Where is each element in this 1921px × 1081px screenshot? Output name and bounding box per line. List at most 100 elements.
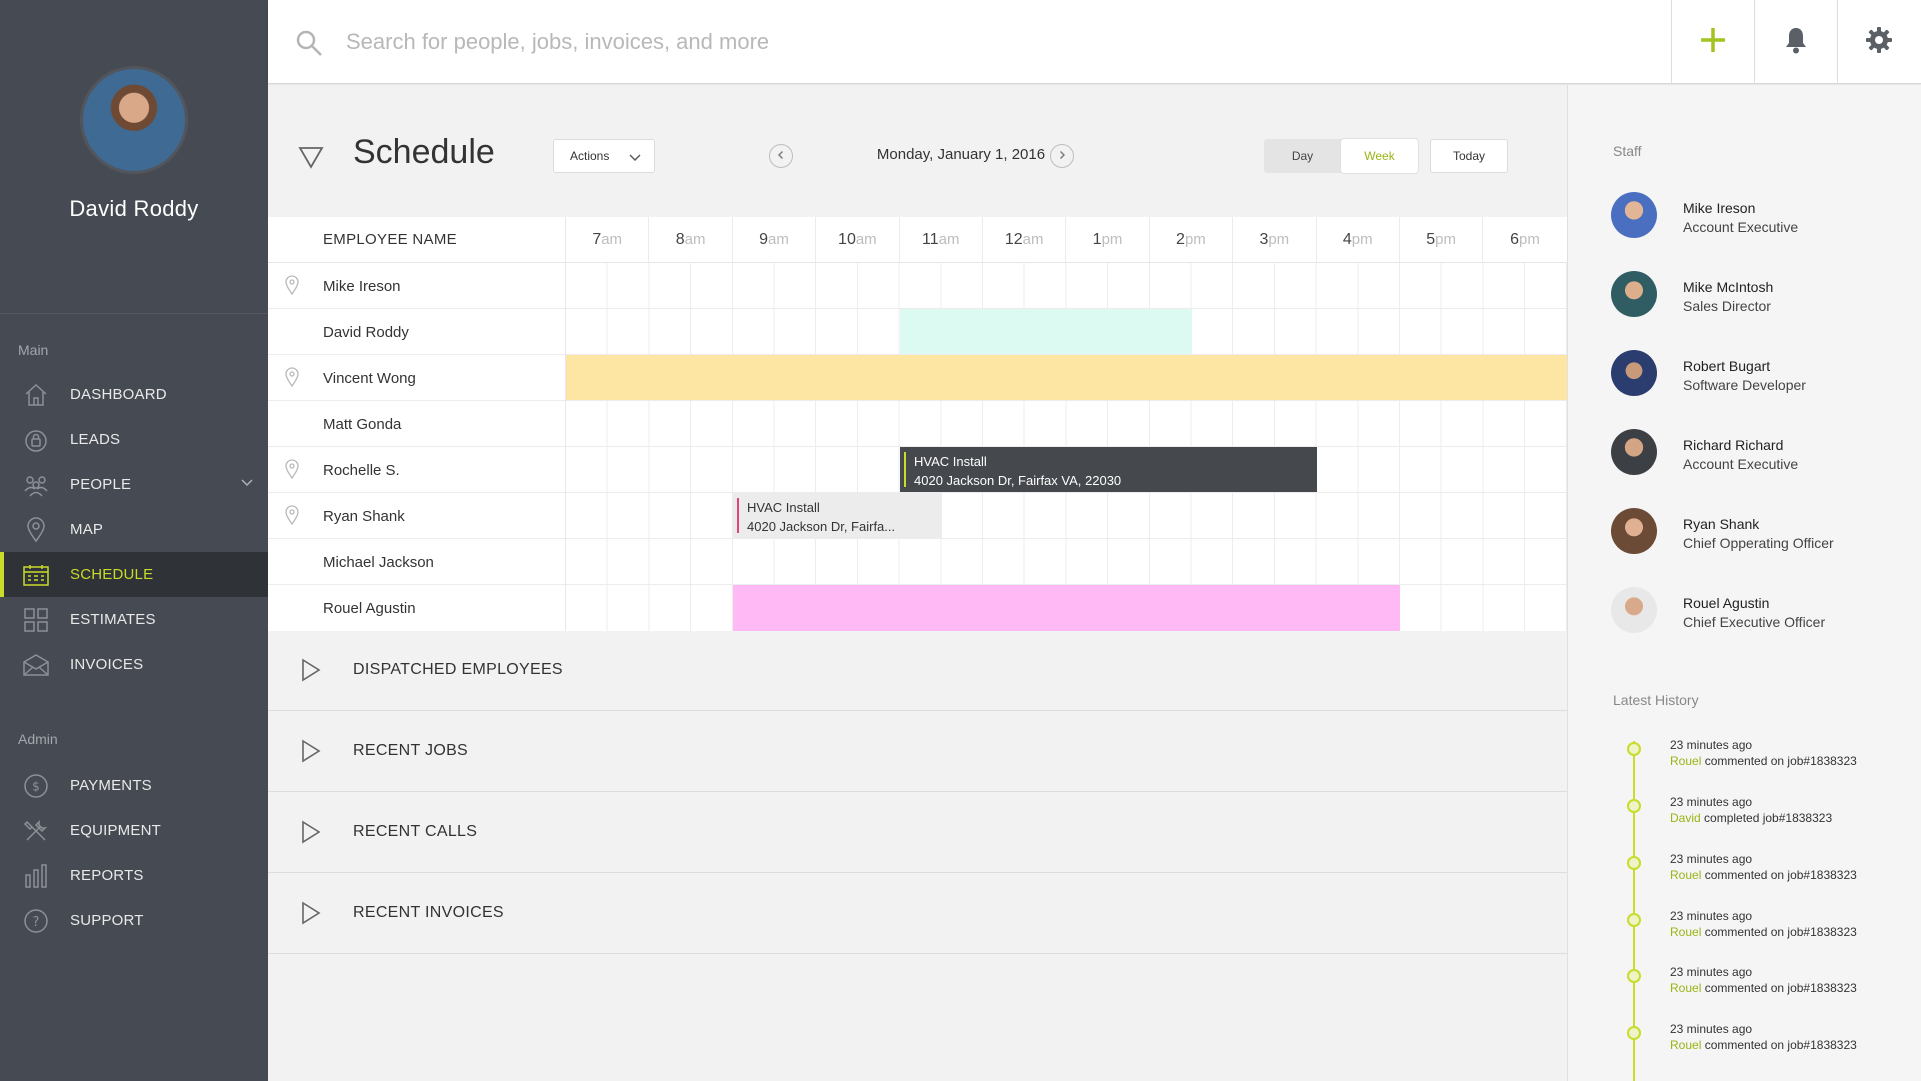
staff-item[interactable]: Robert Bugart Software Developer	[1611, 350, 1911, 400]
staff-item[interactable]: Mike Ireson Account Executive	[1611, 192, 1911, 242]
staff-role: Chief Executive Officer	[1683, 614, 1826, 630]
schedule-block[interactable]	[566, 355, 1567, 400]
view-week-button[interactable]: Week	[1341, 139, 1418, 173]
staff-item[interactable]: Richard Richard Account Executive	[1611, 429, 1911, 479]
time-slots[interactable]	[566, 585, 1567, 631]
filter-icon[interactable]	[298, 145, 324, 174]
job-event[interactable]: HVAC Install 4020 Jackson Dr, Fairfax VA…	[900, 447, 1317, 492]
dollar-icon: $	[22, 772, 50, 800]
collapsible-sections: DISPATCHED EMPLOYEES RECENT JOBS RECENT …	[268, 630, 1567, 954]
event-title: HVAC Install	[747, 500, 820, 515]
staff-item[interactable]: Ryan Shank Chief Opperating Officer	[1611, 508, 1911, 558]
table-row: Vincent Wong	[268, 355, 1567, 401]
time-slots[interactable]	[566, 539, 1567, 584]
history-text: Rouel commented on job#1838323	[1670, 754, 1857, 768]
history-user-link[interactable]: David	[1670, 811, 1701, 825]
next-date-button[interactable]	[1050, 144, 1074, 168]
section-recent-jobs[interactable]: RECENT JOBS	[268, 711, 1567, 792]
envelope-icon	[22, 651, 50, 679]
staff-role: Account Executive	[1683, 219, 1799, 235]
sidebar-item-leads[interactable]: LEADS	[0, 417, 268, 462]
view-day-button[interactable]: Day	[1264, 139, 1341, 173]
page-title: Schedule	[353, 133, 495, 171]
schedule-block[interactable]	[900, 309, 1192, 354]
table-row: Rouel Agustin	[268, 585, 1567, 631]
history-time: 23 minutes ago	[1670, 852, 1753, 866]
hour-label: 1pm	[1066, 217, 1150, 262]
map-pin-icon[interactable]	[284, 275, 300, 300]
hour-label: 9am	[733, 217, 817, 262]
time-slots[interactable]	[566, 355, 1567, 400]
event-address: 4020 Jackson Dr, Fairfa...	[747, 519, 896, 534]
avatar	[1611, 508, 1657, 554]
chevron-down-icon	[628, 150, 642, 167]
map-pin-icon[interactable]	[284, 367, 300, 392]
time-slots[interactable]: HVAC Install 4020 Jackson Dr, Fairfax VA…	[566, 447, 1567, 492]
sidebar-item-support[interactable]: ? SUPPORT	[0, 898, 268, 943]
employee-name[interactable]: Rouel Agustin	[268, 600, 416, 617]
map-pin-icon[interactable]	[284, 505, 300, 530]
staff-item[interactable]: Rouel Agustin Chief Executive Officer	[1611, 587, 1911, 637]
history-user-link[interactable]: Rouel	[1670, 868, 1701, 882]
history-item[interactable]: 23 minutes ago David completed job#18383…	[1623, 795, 1913, 835]
time-slots[interactable]	[566, 309, 1567, 354]
sidebar-item-people[interactable]: PEOPLE	[0, 462, 268, 507]
section-dispatched-employees[interactable]: DISPATCHED EMPLOYEES	[268, 630, 1567, 711]
employee-name[interactable]: Michael Jackson	[268, 554, 434, 571]
sidebar-item-equipment[interactable]: EQUIPMENT	[0, 808, 268, 853]
history-item[interactable]: 23 minutes ago Rouel commented on job#18…	[1623, 1022, 1913, 1062]
sidebar-item-estimates[interactable]: ESTIMATES	[0, 597, 268, 642]
history-label: Latest History	[1613, 692, 1699, 708]
job-event[interactable]: HVAC Install 4020 Jackson Dr, Fairfa...	[733, 493, 942, 538]
today-button[interactable]: Today	[1430, 139, 1508, 173]
gear-icon	[1865, 26, 1893, 59]
history-user-link[interactable]: Rouel	[1670, 925, 1701, 939]
expand-arrow-icon	[300, 658, 322, 687]
staff-item[interactable]: Mike McIntosh Sales Director	[1611, 271, 1911, 321]
table-row: David Roddy	[268, 309, 1567, 355]
history-user-link[interactable]: Rouel	[1670, 1038, 1701, 1052]
employee-name[interactable]: Matt Gonda	[268, 416, 401, 433]
chevron-down-icon[interactable]	[240, 476, 254, 494]
history-item[interactable]: 23 minutes ago Rouel commented on job#18…	[1623, 965, 1913, 1005]
search-input[interactable]	[346, 22, 1346, 62]
event-address: 4020 Jackson Dr, Fairfax VA, 22030	[914, 473, 1122, 488]
sidebar-item-payments[interactable]: $ PAYMENTS	[0, 763, 268, 808]
history-item[interactable]: 23 minutes ago Rouel commented on job#18…	[1623, 909, 1913, 949]
time-slots[interactable]	[566, 263, 1567, 308]
timeline-dot-icon	[1627, 913, 1641, 927]
time-slots[interactable]	[566, 401, 1567, 446]
hour-label: 11am	[900, 217, 983, 262]
previous-date-button[interactable]	[769, 144, 793, 168]
history-user-link[interactable]: Rouel	[1670, 754, 1701, 768]
time-slots[interactable]: HVAC Install 4020 Jackson Dr, Fairfa...	[566, 493, 1567, 538]
sidebar-item-label: INVOICES	[70, 656, 144, 673]
expand-arrow-icon	[300, 820, 322, 849]
sidebar-item-dashboard[interactable]: DASHBOARD	[0, 372, 268, 417]
section-recent-invoices[interactable]: RECENT INVOICES	[268, 873, 1567, 954]
hour-label: 10am	[816, 217, 900, 262]
history-item[interactable]: 23 minutes ago Rouel commented on job#18…	[1623, 738, 1913, 778]
main-section-label: Main	[18, 342, 49, 358]
add-button[interactable]	[1671, 0, 1753, 84]
avatar[interactable]	[80, 66, 188, 174]
avatar	[1611, 192, 1657, 238]
top-bar	[268, 0, 1921, 84]
section-recent-calls[interactable]: RECENT CALLS	[268, 792, 1567, 873]
history-item[interactable]: 23 minutes ago Rouel commented on job#18…	[1623, 852, 1913, 892]
sidebar-item-reports[interactable]: REPORTS	[0, 853, 268, 898]
settings-button[interactable]	[1837, 0, 1919, 84]
history-user-link[interactable]: Rouel	[1670, 981, 1701, 995]
tools-icon	[22, 817, 50, 845]
schedule-block[interactable]	[733, 585, 1400, 631]
staff-role: Software Developer	[1683, 377, 1806, 393]
sidebar-item-schedule[interactable]: SCHEDULE	[0, 552, 268, 597]
expand-arrow-icon	[300, 739, 322, 768]
map-pin-icon[interactable]	[284, 459, 300, 484]
sidebar-item-invoices[interactable]: INVOICES	[0, 642, 268, 687]
search-icon	[294, 28, 324, 63]
employee-name[interactable]: David Roddy	[268, 324, 409, 341]
actions-dropdown[interactable]: Actions	[553, 139, 655, 173]
sidebar-item-map[interactable]: MAP	[0, 507, 268, 552]
notifications-button[interactable]	[1754, 0, 1836, 84]
